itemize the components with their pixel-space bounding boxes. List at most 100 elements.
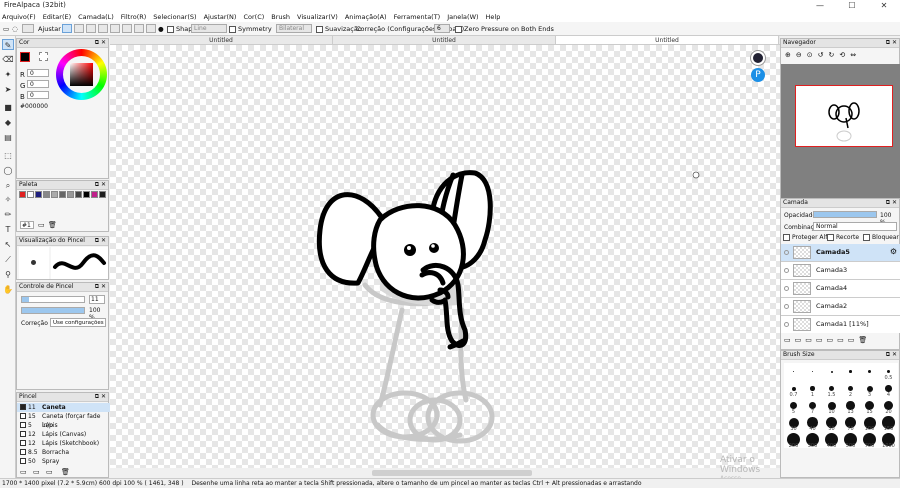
hand-tool-icon[interactable]: ✋ (2, 284, 14, 295)
brush-size-cell[interactable] (803, 363, 822, 380)
menu-item-11[interactable]: Janela(W) (447, 12, 478, 22)
new-folder-icon[interactable]: ▭ (816, 336, 823, 348)
tab-untitled-2[interactable]: Untitled (333, 36, 556, 44)
navigator-viewport-frame[interactable] (795, 85, 893, 147)
brush-size-cell[interactable] (784, 363, 803, 380)
brush-size-cell[interactable]: 30 (784, 414, 803, 432)
gradient-tool-icon[interactable]: ▤ (2, 132, 14, 143)
rotate-reset-icon[interactable]: ⟲ (839, 49, 845, 62)
brush-size-cell[interactable]: 0.7 (784, 380, 803, 398)
palette-page-select[interactable]: #1 (20, 221, 34, 229)
brush-size-cell[interactable]: 70 (841, 414, 860, 432)
brush-item[interactable]: 11 Caneta (17, 403, 110, 412)
brush-size-input[interactable]: 11 (89, 295, 105, 304)
palette-swatch[interactable] (67, 191, 74, 198)
copy-brush-icon[interactable]: ▭ (46, 468, 53, 476)
palette-swatch[interactable] (91, 191, 98, 198)
brush-size-cell[interactable] (841, 363, 860, 380)
zoom-fit-icon[interactable]: ⊙ (807, 49, 813, 62)
snap-curve-button[interactable] (134, 24, 144, 33)
dot-icon[interactable]: ● (158, 24, 164, 34)
symmetry-checkbox[interactable]: Symmetry (229, 24, 272, 34)
brush-opacity-slider[interactable] (21, 307, 85, 314)
brush-item[interactable]: 15 Caneta (forçar fade in/o (17, 412, 110, 429)
layer-row[interactable]: Camada5 ⚙ (781, 244, 900, 262)
brush-size-cell[interactable]: 3 (860, 380, 879, 398)
b-input[interactable]: 0 (27, 91, 49, 99)
merge-layer-icon[interactable]: ▭ (837, 336, 844, 348)
rotate-right-icon[interactable]: ↻ (829, 49, 835, 62)
tab-untitled-3[interactable]: Untitled (556, 36, 779, 44)
palette-swatch[interactable] (59, 191, 66, 198)
clipping-checkbox[interactable]: Recorte (827, 234, 859, 241)
snap-vanishing-button[interactable] (98, 24, 108, 33)
brush-size-cell[interactable]: 200 (784, 431, 803, 449)
brush-size-cell[interactable]: 1.5 (822, 380, 841, 398)
horizontal-scrollbar[interactable] (372, 470, 532, 476)
brush-size-cell[interactable]: 50 (822, 414, 841, 432)
brush-size-cell[interactable] (822, 363, 841, 380)
zero-pressure-checkbox[interactable]: Zero Pressure on Both Ends (455, 24, 554, 34)
brush-size-cell[interactable]: 1 (803, 380, 822, 398)
layer-opacity-slider[interactable] (813, 211, 877, 218)
brush-mode-button[interactable] (22, 24, 34, 33)
brush-size-cell[interactable]: 40 (803, 414, 822, 432)
zoom-in-icon[interactable]: ⊕ (785, 49, 791, 62)
pen-tool-icon[interactable]: ✎ (2, 39, 14, 50)
add-palette-icon[interactable]: ▭ (38, 221, 45, 229)
brush-size-cell[interactable]: 300 (803, 431, 822, 449)
brush-size-cell[interactable]: 20 (879, 397, 898, 415)
layer-row[interactable]: Camada2 (781, 298, 900, 316)
snap-grid-button[interactable] (146, 24, 156, 33)
shape-select[interactable]: Line (191, 24, 227, 33)
new-8bit-layer-icon[interactable]: ▭ (795, 336, 802, 348)
menu-item-7[interactable]: Brush (271, 12, 290, 22)
tab-untitled-1[interactable]: Untitled (110, 36, 333, 44)
snap-parallel-button[interactable] (74, 24, 84, 33)
r-input[interactable]: 0 (27, 69, 49, 77)
brush-item[interactable]: 8.5 Borracha (17, 448, 110, 457)
primary-color-swatch[interactable] (20, 52, 30, 62)
palette-swatch[interactable] (43, 191, 50, 198)
brush-size-cell[interactable]: 400 (822, 431, 841, 449)
brush-size-cell[interactable]: 7 (803, 397, 822, 415)
menu-item-9[interactable]: Animação(A) (345, 12, 387, 22)
brush-item[interactable]: 12 Lápis (Canvas) (17, 430, 110, 439)
menu-item-4[interactable]: Selecionar(S) (153, 12, 196, 22)
brush-size-cell[interactable]: 4 (879, 380, 898, 398)
fill-rect-icon[interactable]: ■ (2, 102, 14, 113)
suavizacao-checkbox[interactable]: Suavização (316, 24, 362, 34)
bucket-tool-icon[interactable]: ◆ (2, 117, 14, 128)
brush-size-cell[interactable]: 2 (841, 380, 860, 398)
new-1bit-layer-icon[interactable]: ▭ (805, 336, 812, 348)
operation-tool-icon[interactable]: ↖ (2, 239, 14, 250)
delete-layer-icon[interactable]: 🗑 (858, 336, 867, 348)
lock-checkbox[interactable]: Bloquear (863, 234, 899, 241)
brush-correcao-select[interactable]: Use configurações (50, 318, 106, 327)
menu-item-10[interactable]: Ferramenta(T) (394, 12, 441, 22)
visibility-eye-icon[interactable] (784, 268, 789, 273)
menu-item-0[interactable]: Arquivo(F) (2, 12, 36, 22)
snap-cross-button[interactable] (86, 24, 96, 33)
eraser-tool-icon[interactable]: ⌫ (2, 54, 14, 65)
visibility-eye-icon[interactable] (784, 286, 789, 291)
select-pen-icon[interactable]: ✏ (2, 209, 14, 220)
minimize-button[interactable]: — (804, 0, 836, 12)
protect-alpha-checkbox[interactable]: Proteger Alfa (783, 234, 831, 241)
pixiv-icon[interactable]: P (751, 68, 765, 82)
layer-row[interactable]: Camada3 (781, 262, 900, 280)
menu-item-5[interactable]: Ajustar(N) (204, 12, 237, 22)
add-brush-icon[interactable]: ▭ (20, 468, 27, 476)
layer-row[interactable]: Camada1 [11%] (781, 316, 900, 333)
brush-item[interactable]: 12 Lápis (Sketchbook) (17, 439, 110, 448)
lasso-tool-icon[interactable]: ◯ (2, 165, 14, 176)
delete-brush-icon[interactable]: 🗑 (61, 468, 70, 476)
brush-size-cell[interactable]: 15 (860, 397, 879, 415)
palette-swatch[interactable] (19, 191, 26, 198)
new-layer-icon[interactable]: ▭ (784, 336, 791, 348)
palette-swatch[interactable] (35, 191, 42, 198)
palette-swatch[interactable] (75, 191, 82, 198)
palette-swatch[interactable] (51, 191, 58, 198)
maximize-button[interactable]: ☐ (836, 0, 868, 12)
palette-swatch[interactable] (27, 191, 34, 198)
